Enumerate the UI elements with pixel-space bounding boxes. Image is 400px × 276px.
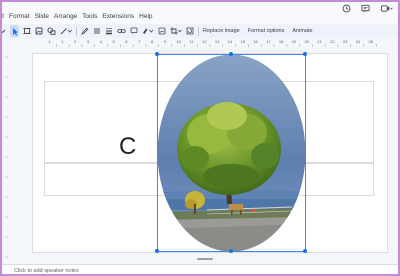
- slide[interactable]: C e: [32, 52, 388, 253]
- ruler-number: 13: [214, 39, 220, 44]
- menu-slide[interactable]: Slide: [35, 13, 49, 20]
- ruler-number: 20: [304, 39, 309, 44]
- ruler-number: 1: [48, 39, 51, 44]
- ruler-number: 2: [74, 39, 77, 44]
- ruler-number: 5: [112, 39, 115, 44]
- ruler-number: 25: [368, 39, 373, 44]
- image-selection-frame[interactable]: [157, 54, 306, 252]
- ruler-number: 8: [150, 39, 154, 44]
- ruler-number: 9: [163, 39, 166, 44]
- ruler-number: 10: [176, 39, 181, 44]
- ruler-number: 22: [330, 39, 335, 44]
- ruler-number: 23: [342, 39, 348, 44]
- ruler-number: 19: [291, 39, 297, 44]
- align-icon[interactable]: [93, 25, 101, 37]
- toolbar-divider: [76, 26, 77, 36]
- resize-handle-bottom[interactable]: [229, 249, 233, 253]
- history-icon[interactable]: [342, 4, 351, 13]
- crop-icon[interactable]: [170, 25, 182, 37]
- pen-icon[interactable]: [81, 25, 89, 37]
- frame-tool-icon[interactable]: [23, 25, 31, 37]
- replace-image-button[interactable]: Replace image: [203, 28, 240, 34]
- resize-handle-bottom-right[interactable]: [303, 249, 307, 253]
- top-right-icons: [342, 4, 394, 13]
- zoom-menu-icon[interactable]: [0, 25, 6, 37]
- slide-canvas: C e: [10, 47, 400, 262]
- menu-insert[interactable]: rt: [0, 13, 4, 20]
- resize-handle-top-right[interactable]: [303, 52, 307, 56]
- format-options-button[interactable]: Format options: [248, 28, 285, 34]
- comment-add-icon[interactable]: [130, 25, 138, 37]
- ruler-number: 16: [253, 39, 258, 44]
- ruler-number: 11: [189, 39, 194, 44]
- vertical-ruler: [0, 47, 8, 262]
- ruler-number: 1: [61, 39, 64, 44]
- ruler-number: 17: [266, 39, 271, 44]
- mask-image-icon[interactable]: [158, 25, 166, 37]
- ruler-number: 7: [138, 39, 141, 44]
- ruler-number: 18: [278, 39, 284, 44]
- select-tool-icon[interactable]: [10, 25, 19, 37]
- link-icon[interactable]: [117, 25, 126, 37]
- horizontal-ruler: 1 1 2 3 4 5 6 7 8 9 10 11 12 13 14 15 16 17 18 19 20 21 22 23 24…: [10, 39, 400, 47]
- notes-resize-handle[interactable]: [197, 258, 213, 260]
- speaker-notes-placeholder[interactable]: Click to add speaker notes: [14, 268, 79, 274]
- border-weight-icon[interactable]: [105, 25, 113, 37]
- menu-bar: rt Format Slide Arrange Tools Extensions…: [0, 0, 400, 24]
- menu-arrange[interactable]: Arrange: [54, 13, 77, 20]
- video-call-icon[interactable]: [380, 4, 394, 13]
- highlight-icon[interactable]: [142, 25, 154, 37]
- menu-format[interactable]: Format: [9, 13, 30, 20]
- shape-tool-icon[interactable]: [47, 25, 56, 37]
- image-reset-icon[interactable]: [186, 25, 194, 37]
- menu-tools[interactable]: Tools: [82, 13, 97, 20]
- resize-handle-bottom-left[interactable]: [155, 249, 159, 253]
- ruler-number: 14: [227, 39, 233, 44]
- ruler-number: 4: [99, 39, 102, 44]
- image-tool-icon[interactable]: [35, 25, 43, 37]
- title-text-left[interactable]: C: [119, 135, 136, 159]
- animate-button[interactable]: Animate: [292, 28, 312, 34]
- speaker-notes[interactable]: Click to add speaker notes: [0, 264, 400, 276]
- menu-extensions[interactable]: Extensions: [102, 13, 134, 20]
- line-tool-icon[interactable]: [60, 25, 72, 37]
- menu-help[interactable]: Help: [139, 13, 152, 20]
- ruler-number: 15: [240, 39, 245, 44]
- menu-items: rt Format Slide Arrange Tools Extensions…: [0, 0, 158, 24]
- resize-handle-top-left[interactable]: [155, 52, 159, 56]
- ruler-number: 21: [317, 39, 322, 44]
- toolbar-divider-2: [198, 26, 199, 36]
- toolbar: Replace image Format options Animate: [0, 24, 400, 38]
- ruler-number: 24: [355, 39, 361, 44]
- ruler-number: 3: [86, 39, 90, 44]
- resize-handle-top[interactable]: [229, 52, 233, 56]
- ruler-number: 12: [202, 39, 207, 44]
- ruler-number: 6: [125, 39, 128, 44]
- comment-icon[interactable]: [361, 4, 370, 13]
